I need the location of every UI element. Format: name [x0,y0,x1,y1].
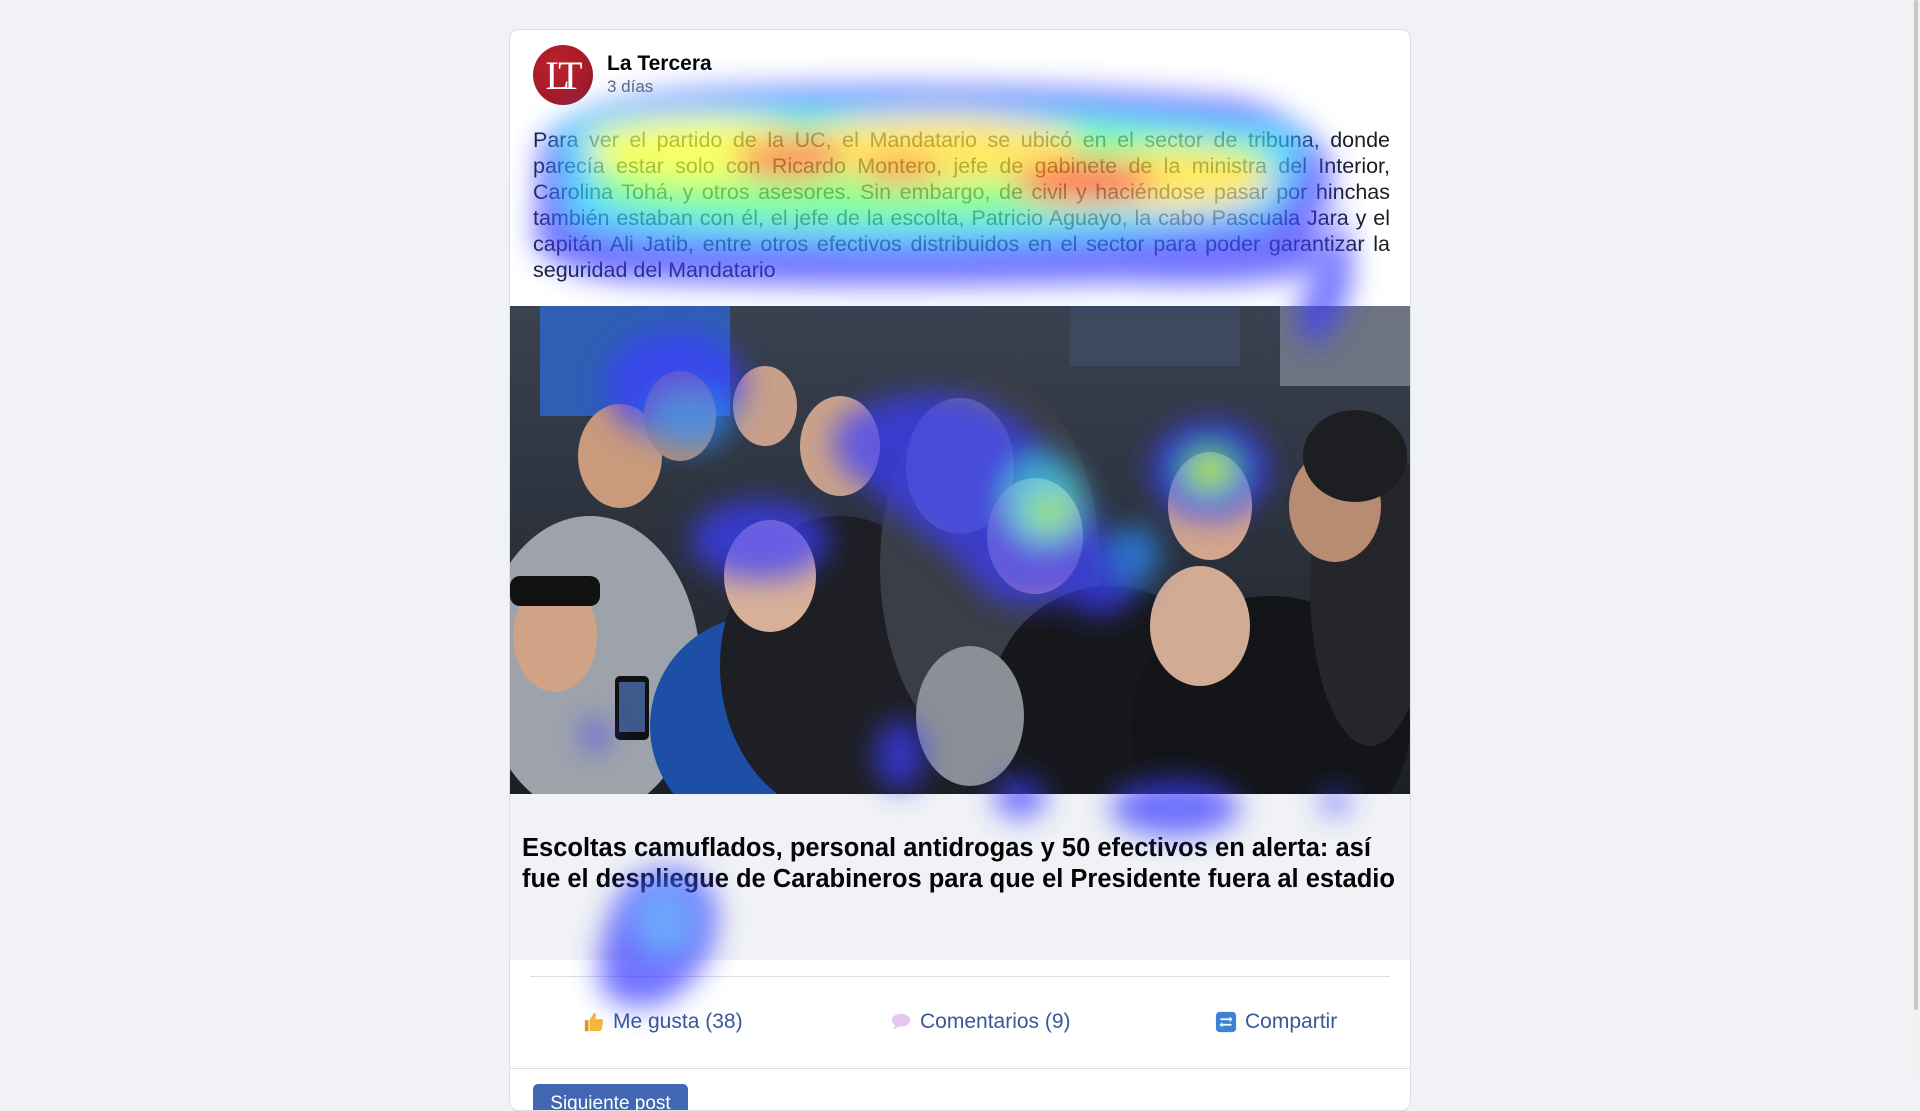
comment-label: Comentarios (9) [920,1010,1071,1033]
speech-bubble-icon [890,1011,912,1033]
header-meta: La Tercera 3 días [607,52,712,97]
link-title[interactable]: Escoltas camuflados, personal antidrogas… [522,833,1402,895]
post-photo[interactable] [510,306,1410,794]
footer-divider [510,1068,1410,1069]
post-header: LT La Tercera 3 días [533,45,712,115]
like-label: Me gusta (38) [613,1010,743,1033]
share-arrows-icon [1215,1011,1237,1033]
next-post-button[interactable]: Siguiente post [533,1084,688,1110]
author-name[interactable]: La Tercera [607,52,712,76]
thumbs-up-icon [583,1011,605,1033]
like-button[interactable]: Me gusta (38) [583,1010,743,1034]
actions-divider [530,976,1390,977]
post-text: Para ver el partido de la UC, el Mandata… [533,128,1390,282]
post-timestamp: 3 días [607,77,654,96]
comment-button[interactable]: Comentarios (9) [890,1010,1071,1034]
crowd-photo-image [510,306,1410,794]
la-tercera-logo: LT [545,52,582,98]
post-actions: Me gusta (38) Comentarios (9) Compartir [510,1010,1410,1040]
share-label: Compartir [1245,1010,1338,1033]
author-avatar[interactable]: LT [533,45,593,105]
share-button[interactable]: Compartir [1215,1010,1337,1034]
post-card: LT La Tercera 3 días Para ver el partido… [509,29,1411,1111]
scrollbar-thumb[interactable] [1914,0,1918,1010]
page-scrollbar[interactable] [1910,0,1920,1080]
link-preview[interactable]: Escoltas camuflados, personal antidrogas… [510,794,1410,960]
